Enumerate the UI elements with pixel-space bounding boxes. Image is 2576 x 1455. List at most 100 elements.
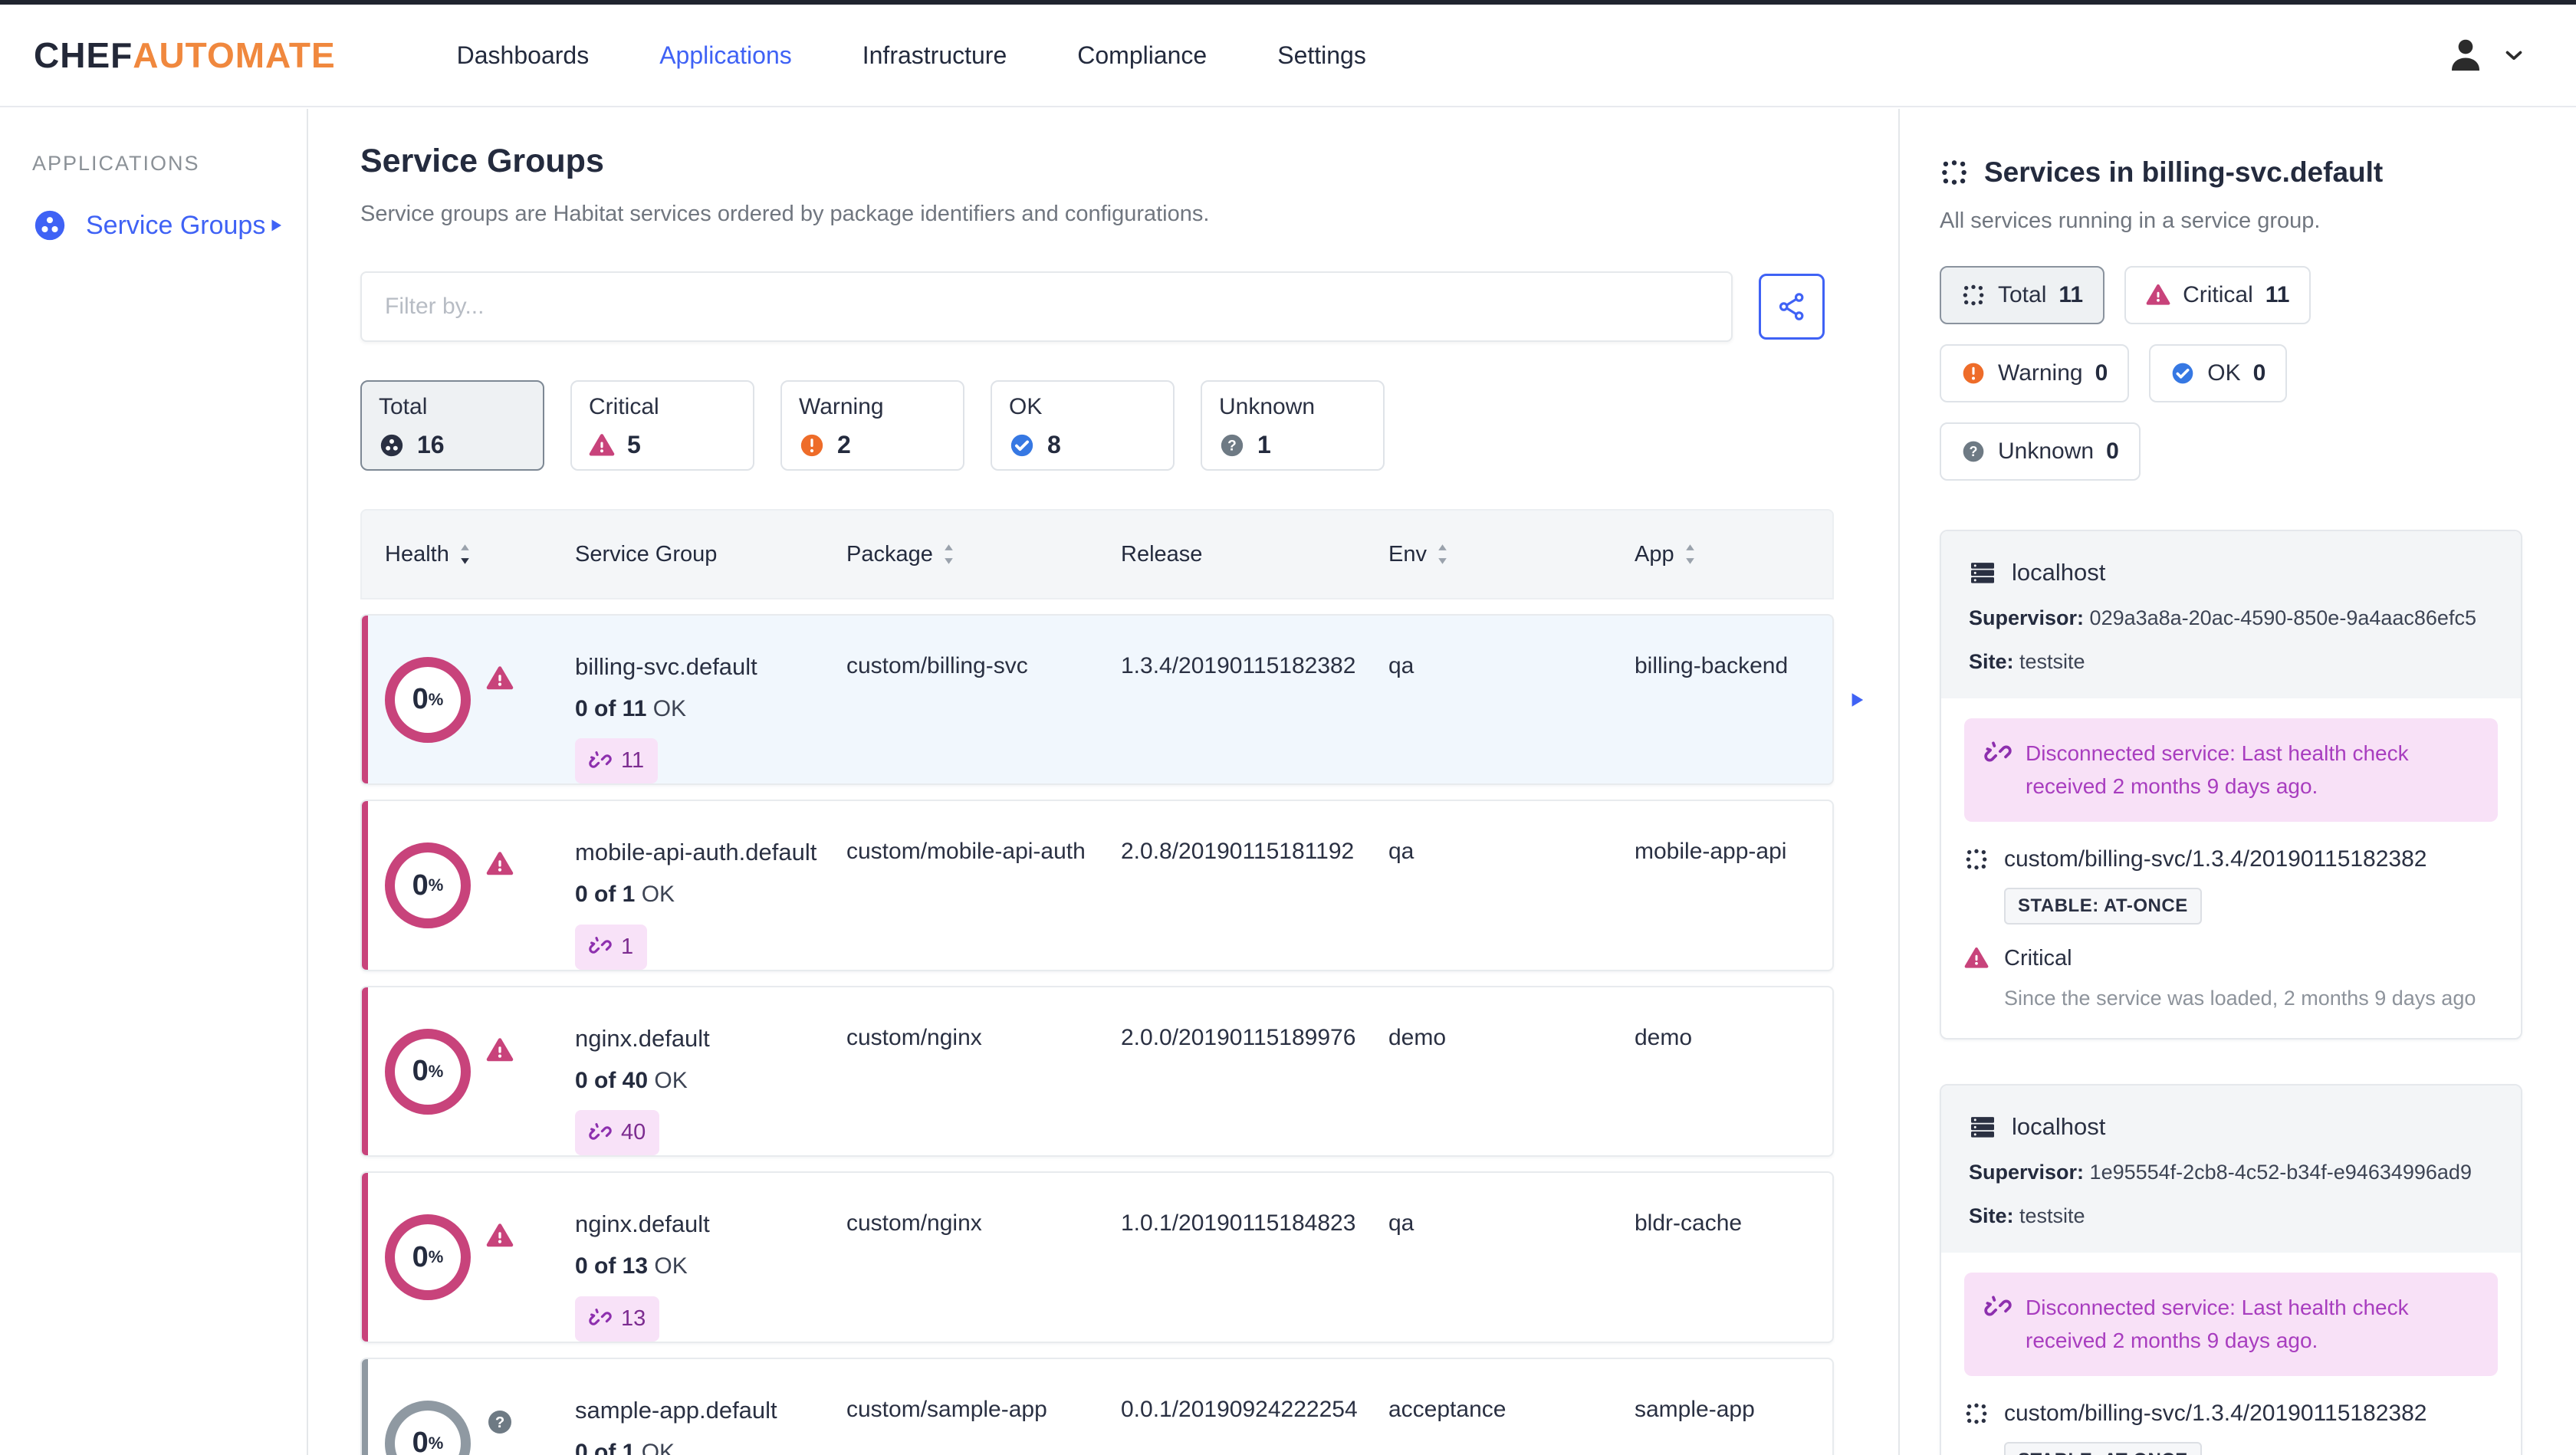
health-percent-value: 0 (412, 869, 429, 902)
filter-card-critical[interactable]: Critical 5 (570, 380, 754, 471)
column-header-label: Service Group (575, 541, 718, 567)
panel-badge-count: 0 (2106, 438, 2119, 464)
filter-card-label: Unknown (1219, 394, 1316, 419)
column-header-app[interactable]: App (1635, 542, 1832, 567)
table-row[interactable]: 0% nginx.default 0 of 40 OK 40 custom/nginx 2… (360, 985, 1834, 1158)
panel-badge-ok[interactable]: OK 0 (2149, 344, 2288, 402)
column-header-package[interactable]: Package (846, 542, 1121, 567)
ok-count-line: 0 of 13 OK (575, 1253, 688, 1279)
ok-suffix: OK (635, 882, 675, 908)
chevron-down-icon (2501, 42, 2527, 68)
env-cell: qa (1388, 839, 1414, 865)
service-group-dots-icon (1964, 1401, 1989, 1426)
nav-link-infrastructure[interactable]: Infrastructure (863, 41, 1007, 70)
table-row[interactable]: 0% billing-svc.default 0 of 11 OK 11 custom/… (360, 614, 1864, 786)
service-package-id: custom/billing-svc/1.3.4/20190115182382 (2004, 1400, 2427, 1426)
disconnected-alert-text: Disconnected service: Last health check … (2026, 1295, 2409, 1353)
filter-card-label: Total (379, 394, 428, 419)
supervisor-id: 029a3a8a-20ac-4590-850e-9a4aac86efc5 (2089, 606, 2476, 629)
warning-icon (1961, 361, 1986, 386)
table-row[interactable]: 0% nginx.default 0 of 13 OK 13 custom/nginx 1… (360, 1171, 1834, 1343)
disconnected-count: 40 (621, 1120, 646, 1145)
sort-icon (942, 543, 955, 566)
app-cell: billing-backend (1635, 653, 1789, 678)
brand-logo[interactable]: CHEFAUTOMATE (34, 34, 336, 76)
app-cell: bldr-cache (1635, 1210, 1743, 1237)
critical-icon (1964, 946, 1989, 971)
host-name: localhost (2012, 559, 2106, 586)
disconnected-badge: 40 (575, 1110, 660, 1156)
service-group-dots-icon (1940, 158, 1969, 187)
share-button[interactable] (1759, 274, 1825, 340)
filter-input[interactable] (360, 271, 1733, 342)
disconnected-count: 13 (621, 1306, 646, 1331)
unknown-icon: ? (486, 1408, 514, 1436)
disconnected-badge: 11 (575, 738, 659, 784)
health-percent-unit: % (428, 875, 444, 895)
table-row[interactable]: 0%?sample-app.default0 of 1 OK1custom/sa… (360, 1357, 1834, 1455)
host-name: localhost (2012, 1112, 2106, 1140)
service-group-name: mobile-api-auth.default (575, 839, 817, 866)
svg-text:?: ? (1970, 444, 1978, 459)
health-donut: 0% (385, 842, 471, 929)
filter-card-count-row: ? 1 (1219, 431, 1366, 459)
user-menu[interactable] (2444, 34, 2527, 77)
column-header-health[interactable]: Health (385, 542, 575, 567)
panel-badge-count: 11 (2058, 282, 2084, 307)
main-nav: Dashboards Applications Infrastructure Comp… (457, 41, 1366, 70)
sidebar-expand-icon (267, 216, 285, 235)
panel-badge-label: Unknown (1998, 438, 2095, 464)
sidebar-item-service-groups[interactable]: Service Groups (32, 208, 285, 243)
env-cell: demo (1388, 1024, 1447, 1050)
supervisor-line: Supervisor: 029a3a8a-20ac-4590-850e-9a4a… (1969, 606, 2476, 629)
panel-badge-label: Total (1998, 282, 2047, 307)
host-row: localhost (1969, 559, 2493, 586)
health-cell: 0% (385, 987, 575, 1155)
top-nav: CHEFAUTOMATE Dashboards Applications Infra… (0, 5, 2576, 107)
health-donut: 0% (385, 1400, 471, 1455)
disconnected-icon (589, 935, 612, 958)
filter-card-total[interactable]: Total 16 (360, 380, 544, 471)
main-content: Service Groups Service groups are Habita… (308, 109, 1900, 1455)
table-row[interactable]: 0% mobile-api-auth.default 0 of 1 OK 1 custo… (360, 800, 1834, 971)
service-group-circle-icon (379, 432, 405, 458)
channel-chip: STABLE: AT-ONCE (2004, 887, 2202, 925)
health-donut: 0% (385, 1028, 471, 1115)
ok-suffix: OK (635, 1439, 675, 1455)
health-percent-value: 0 (412, 1427, 429, 1455)
critical-icon (486, 1036, 514, 1064)
nav-link-compliance[interactable]: Compliance (1077, 41, 1207, 70)
panel-badge-count: 0 (2095, 360, 2108, 386)
service-group-name: nginx.default (575, 1210, 710, 1238)
host-card-body: Disconnected service: Last health check … (1941, 698, 2521, 1038)
panel-badge-total[interactable]: Total 11 (1940, 266, 2105, 324)
ok-suffix: OK (648, 1253, 688, 1279)
panel-badge-critical[interactable]: Critical 11 (2124, 266, 2312, 324)
column-header-env[interactable]: Env (1388, 542, 1635, 567)
health-percent-unit: % (428, 1433, 444, 1453)
panel-badge-count: 0 (2252, 360, 2266, 386)
panel-badge-unknown[interactable]: ? Unknown 0 (1940, 422, 2141, 481)
filter-card-count: 2 (837, 431, 851, 458)
filter-card-count-row: 16 (379, 431, 526, 459)
nav-link-dashboards[interactable]: Dashboards (457, 41, 590, 70)
filter-card-unknown[interactable]: Unknown ? 1 (1201, 380, 1385, 471)
critical-icon (2146, 283, 2170, 307)
critical-icon (486, 850, 514, 878)
ok-icon (1009, 432, 1035, 458)
column-header-label: Release (1121, 541, 1203, 567)
server-icon (1969, 1113, 1996, 1141)
filter-card-ok[interactable]: OK 8 (991, 380, 1175, 471)
release-cell: 0.0.1/20190924222254 (1121, 1396, 1358, 1422)
panel-badge-warning[interactable]: Warning 0 (1940, 344, 2130, 402)
supervisor-line: Supervisor: 1e95554f-2cb8-4c52-b34f-e946… (1969, 1160, 2472, 1184)
service-status-label: Critical (2004, 945, 2072, 971)
host-card: localhost Supervisor: 1e95554f-2cb8-4c52-… (1940, 1083, 2522, 1455)
nav-link-settings[interactable]: Settings (1277, 41, 1366, 70)
filter-card-label: OK (1009, 394, 1043, 419)
disconnected-count: 1 (621, 934, 634, 959)
service-group-name: nginx.default (575, 1024, 710, 1052)
filter-card-warning[interactable]: Warning 2 (780, 380, 964, 471)
nav-link-applications[interactable]: Applications (659, 41, 792, 70)
services-panel: Services in billing-svc.default All serv… (1900, 109, 2576, 1455)
